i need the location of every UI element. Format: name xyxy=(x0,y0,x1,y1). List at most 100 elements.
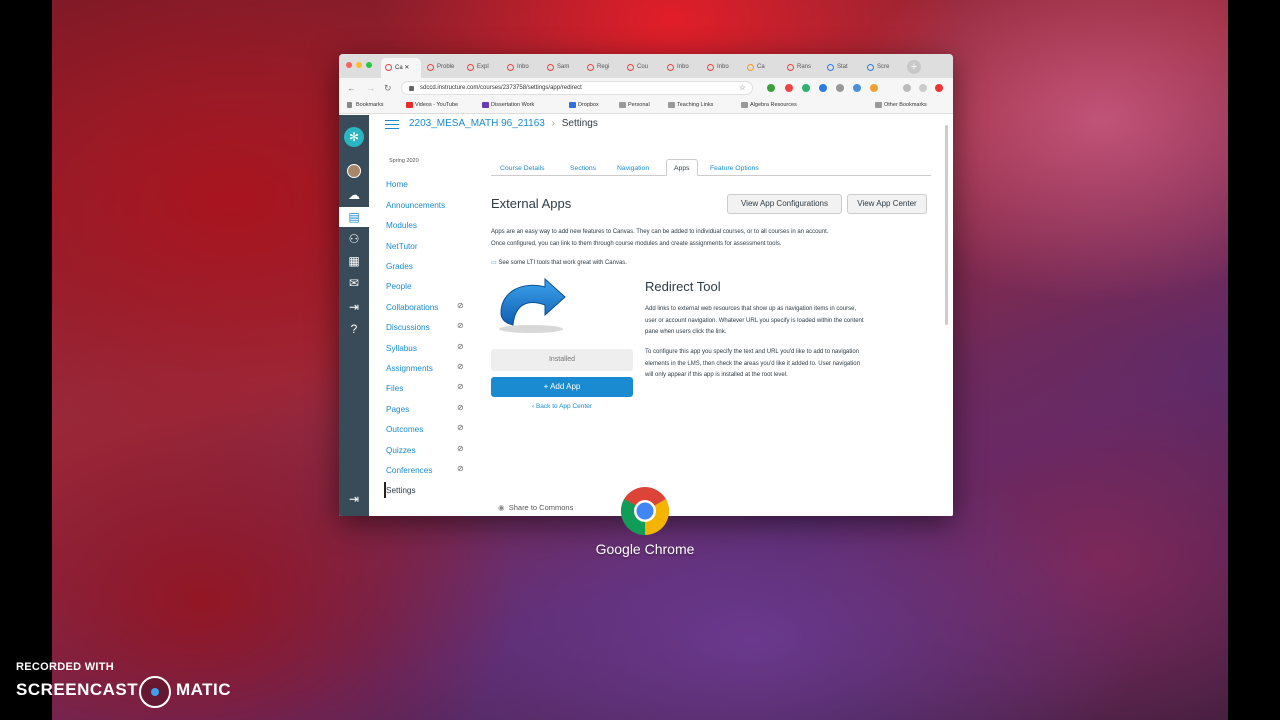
back-to-app-center-link[interactable]: ‹ Back to App Center xyxy=(491,403,633,410)
view-app-center-button[interactable]: View App Center xyxy=(847,194,927,214)
browser-tab[interactable]: Scre xyxy=(863,58,903,78)
course-nav-files[interactable]: Files xyxy=(386,384,403,393)
tab-course-details[interactable]: Course Details xyxy=(500,165,545,172)
reload-icon[interactable]: ↻ xyxy=(384,83,392,93)
courses-icon[interactable]: ⚇ xyxy=(346,231,362,247)
breadcrumb-course-link[interactable]: 2203_MESA_MATH 96_21163 xyxy=(409,118,545,129)
browser-tab[interactable]: Proble xyxy=(423,58,463,78)
tab-sections[interactable]: Sections xyxy=(570,165,596,172)
address-bar[interactable]: sdccd.instructure.com/courses/2373758/se… xyxy=(401,81,753,95)
course-nav-nettutor[interactable]: NetTutor xyxy=(386,242,418,251)
course-nav-modules[interactable]: Modules xyxy=(386,221,417,230)
bookmark-item[interactable]: Personal xyxy=(619,102,650,108)
extension-icon[interactable] xyxy=(870,84,878,92)
bookmark-item[interactable]: Dropbox xyxy=(569,102,599,108)
external-link-icon: ▭ xyxy=(491,260,497,266)
course-nav-announcements[interactable]: Announcements xyxy=(386,201,445,210)
admin-icon[interactable]: ☁ xyxy=(346,187,362,203)
browser-tab[interactable]: Ca xyxy=(743,58,783,78)
forward-arrow-icon[interactable]: → xyxy=(366,83,375,93)
description-line: Apps are an easy way to add new features… xyxy=(491,229,829,235)
tab-favicon-icon xyxy=(587,64,594,71)
app-description-1: Add links to external web resources that… xyxy=(645,304,935,339)
browser-tab[interactable]: Cou xyxy=(623,58,663,78)
course-nav-conferences[interactable]: Conferences xyxy=(386,466,432,475)
dashboard-icon[interactable]: ▤ xyxy=(346,209,362,225)
close-window-icon[interactable] xyxy=(346,62,352,68)
extension-icon[interactable] xyxy=(819,84,827,92)
account-avatar-icon[interactable] xyxy=(346,163,362,179)
extension-icon[interactable] xyxy=(785,84,793,92)
tab-favicon-icon xyxy=(427,64,434,71)
bookmark-item[interactable]: Videos - YouTube xyxy=(406,102,458,108)
extension-icon[interactable] xyxy=(767,84,775,92)
folder-icon xyxy=(668,102,675,108)
bookmark-item[interactable]: Teaching Links xyxy=(668,102,713,108)
course-nav-collaborations[interactable]: Collaborations xyxy=(386,303,438,312)
browser-tab[interactable]: Rans xyxy=(783,58,823,78)
extension-icon[interactable] xyxy=(836,84,844,92)
course-nav-outcomes[interactable]: Outcomes xyxy=(386,425,423,434)
collapse-nav-icon[interactable]: ⇥ xyxy=(346,491,362,507)
google-chrome-icon[interactable] xyxy=(620,486,670,536)
scrollbar[interactable] xyxy=(945,125,948,325)
browser-tab[interactable]: Inbo xyxy=(663,58,703,78)
calendar-icon[interactable]: ▦ xyxy=(346,253,362,269)
browser-tab[interactable]: Inbo xyxy=(503,58,543,78)
course-nav-people[interactable]: People xyxy=(386,282,412,291)
hidden-eye-icon: ⊘ xyxy=(457,342,464,351)
maximize-window-icon[interactable] xyxy=(366,62,372,68)
course-nav-settings[interactable]: Settings xyxy=(386,486,416,495)
tab-favicon-icon xyxy=(547,64,554,71)
tab-title: Rans xyxy=(797,64,812,70)
hidden-eye-icon: ⊘ xyxy=(457,301,464,310)
commons-icon[interactable]: ⇥ xyxy=(346,299,362,315)
help-icon[interactable]: ? xyxy=(346,321,362,337)
course-nav-grades[interactable]: Grades xyxy=(386,262,413,271)
extension-icon[interactable] xyxy=(853,84,861,92)
letterbox-left xyxy=(0,0,52,720)
course-nav-home[interactable]: Home xyxy=(386,180,408,189)
browser-tab[interactable]: Ca ✕ xyxy=(381,58,421,78)
inbox-icon[interactable]: ✉ xyxy=(346,275,362,291)
add-app-button[interactable]: + Add App xyxy=(491,377,633,397)
global-navigation: ✻ ☁ ▤ ⚇ ▦ ✉ ⇥ ? ⇥ xyxy=(339,115,369,516)
share-to-commons-link[interactable]: ◉ Share to Commons xyxy=(498,503,573,512)
profile-avatar[interactable] xyxy=(919,84,927,92)
view-app-configurations-button[interactable]: View App Configurations xyxy=(727,194,842,214)
browser-tab[interactable]: Expl xyxy=(463,58,503,78)
course-nav-pages[interactable]: Pages xyxy=(386,405,409,414)
bookmark-star-icon[interactable]: ☆ xyxy=(739,83,746,92)
app-description-2: To configure this app you specify the te… xyxy=(645,347,935,382)
redirect-arrow-icon xyxy=(499,277,566,333)
canvas-logo-icon[interactable]: ✻ xyxy=(344,127,364,147)
bookmark-item[interactable]: Algebra Resources xyxy=(741,102,797,108)
hidden-eye-icon: ⊘ xyxy=(457,362,464,371)
bookmark-item[interactable]: Other Bookmarks xyxy=(875,102,927,108)
back-arrow-icon[interactable]: ← xyxy=(347,83,356,93)
browser-tab[interactable]: Sam xyxy=(543,58,583,78)
new-tab-button[interactable]: + xyxy=(907,60,921,74)
extension-icon[interactable] xyxy=(802,84,810,92)
tab-title: Cou xyxy=(637,64,649,70)
tab-navigation[interactable]: Navigation xyxy=(617,165,649,172)
browser-tab[interactable]: Inbo xyxy=(703,58,743,78)
hamburger-menu-icon[interactable] xyxy=(385,120,399,129)
page-title: External Apps xyxy=(491,196,572,211)
course-nav-assignments[interactable]: Assignments xyxy=(386,364,433,373)
bookmark-item[interactable]: Dissertation Work xyxy=(482,102,534,108)
browser-tab[interactable]: Regi xyxy=(583,58,623,78)
extension-icon[interactable] xyxy=(903,84,911,92)
course-nav-syllabus[interactable]: Syllabus xyxy=(386,344,417,353)
breadcrumb: 2203_MESA_MATH 96_21163 › Settings xyxy=(409,118,598,132)
bookmark-label: Dropbox xyxy=(578,102,599,108)
minimize-window-icon[interactable] xyxy=(356,62,362,68)
bookmark-item[interactable]: Bookmarks xyxy=(347,102,384,108)
tab-feature-options[interactable]: Feature Options xyxy=(710,165,759,172)
browser-tab[interactable]: Stat xyxy=(823,58,863,78)
course-nav-discussions[interactable]: Discussions xyxy=(386,323,430,332)
menu-icon[interactable] xyxy=(935,84,943,92)
bookmark-label: Dissertation Work xyxy=(491,102,535,108)
lti-tools-link[interactable]: ▭ See some LTI tools that work great wit… xyxy=(491,259,627,266)
course-nav-quizzes[interactable]: Quizzes xyxy=(386,446,416,455)
